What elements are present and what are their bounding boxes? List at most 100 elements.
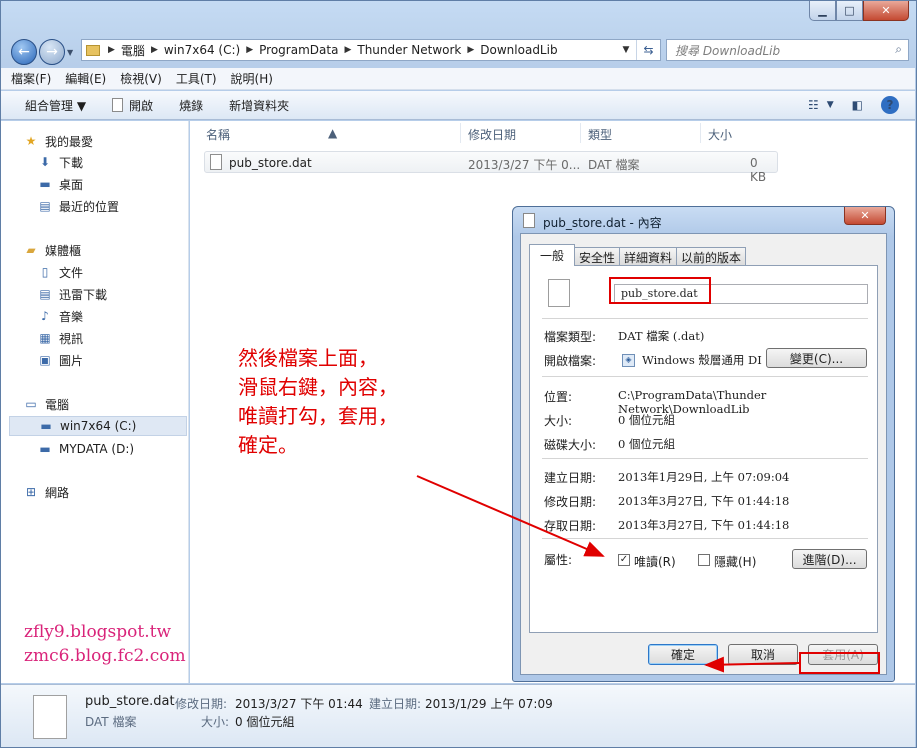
cancel-button[interactable]: 取消 <box>728 644 798 665</box>
minimize-button[interactable]: ▁ <box>809 1 836 21</box>
close-button[interactable]: ✕ <box>863 1 909 21</box>
view-dropdown-icon[interactable]: ▼ <box>827 100 834 110</box>
nav-drive-d[interactable]: ▬ MYDATA (D:) <box>37 439 134 459</box>
column-name[interactable]: 名稱 <box>206 126 230 143</box>
nav-videos-label: 視訊 <box>59 331 84 346</box>
nav-favorites[interactable]: ★ 我的最愛 <box>23 131 93 151</box>
back-button[interactable]: ← <box>11 39 37 65</box>
nav-drive-c[interactable]: ▬ win7x64 (C:) <box>9 416 187 436</box>
menu-tools[interactable]: 工具(T) <box>176 70 217 87</box>
recent-pages-chevron-icon[interactable]: ▼ <box>67 48 73 57</box>
dialog-file-icon <box>523 213 535 228</box>
nav-documents[interactable]: ▯ 文件 <box>37 262 83 282</box>
tab-security[interactable]: 安全性 <box>574 247 621 266</box>
change-button[interactable]: 變更(C)... <box>766 348 867 368</box>
close-icon: ✕ <box>860 209 870 222</box>
view-options-icon[interactable]: ☷ <box>808 98 819 112</box>
menu-bar: 檔案(F) 編輯(E) 檢視(V) 工具(T) 說明(H) <box>1 68 915 90</box>
advanced-button[interactable]: 進階(D)... <box>792 549 867 569</box>
nav-network[interactable]: ⊞ 網路 <box>23 482 69 502</box>
breadcrumb-drive[interactable]: win7x64 (C:) <box>164 43 240 57</box>
tab-general[interactable]: 一般 <box>529 244 576 266</box>
breadcrumb-chevron-icon[interactable]: ▶ <box>108 45 115 55</box>
document-icon <box>112 98 124 112</box>
tab-previous-versions[interactable]: 以前的版本 <box>676 247 747 266</box>
nav-computer[interactable]: ▭ 電腦 <box>23 394 69 414</box>
nav-thunder-downloads[interactable]: ▤ 迅雷下載 <box>37 284 107 304</box>
readonly-label[interactable]: 唯讀(R) <box>634 553 676 570</box>
forward-button[interactable]: → <box>39 39 65 65</box>
breadcrumb-chevron-icon[interactable]: ▶ <box>467 45 474 55</box>
size-value: 0 個位元組 <box>618 413 675 427</box>
menu-view[interactable]: 檢視(V) <box>120 70 162 87</box>
address-bar[interactable]: ▶ 電腦 ▶ win7x64 (C:) ▶ ProgramData ▶ Thun… <box>81 39 661 61</box>
open-button[interactable]: 開啟 <box>112 97 153 114</box>
minimize-icon: ▁ <box>818 4 827 17</box>
nav-desktop-label: 桌面 <box>59 177 84 192</box>
hidden-checkbox[interactable] <box>698 554 710 566</box>
nav-downloads[interactable]: ⬇ 下載 <box>37 152 83 172</box>
menu-edit[interactable]: 編輯(E) <box>65 70 106 87</box>
ok-button[interactable]: 確定 <box>648 644 718 665</box>
folder-icon <box>86 44 100 56</box>
breadcrumb-chevron-icon[interactable]: ▶ <box>246 45 253 55</box>
organize-label: 組合管理 ▼ <box>25 98 87 113</box>
search-icon[interactable]: ⌕ <box>895 42 902 57</box>
menu-help[interactable]: 說明(H) <box>231 70 273 87</box>
size-on-disk-label: 磁碟大小: <box>544 438 597 452</box>
recent-places-icon: ▤ <box>39 199 51 213</box>
organize-button[interactable]: 組合管理 ▼ <box>25 97 86 114</box>
nav-libraries[interactable]: ▰ 媒體櫃 <box>23 240 81 260</box>
column-type[interactable]: 類型 <box>588 126 612 143</box>
table-row[interactable]: pub_store.dat 2013/3/27 下午 0... DAT 檔案 0… <box>204 151 778 184</box>
accessed-value: 2013年3月27日, 下午 01:44:18 <box>618 518 790 532</box>
nav-pictures-label: 圖片 <box>59 353 84 368</box>
navigation-pane: ★ 我的最愛 ⬇ 下載 ▬ 桌面 ▤ 最近的位置 ▰ 媒體櫃 ▯ 文件 ▤ 迅雷下載 ♪ 音樂 … <box>1 121 189 683</box>
nav-music[interactable]: ♪ 音樂 <box>37 306 83 326</box>
hidden-label[interactable]: 隱藏(H) <box>714 553 756 570</box>
refresh-icon[interactable]: ⇆ <box>636 40 660 60</box>
pictures-icon: ▣ <box>39 353 51 367</box>
details-type: DAT 檔案 <box>85 715 137 729</box>
burn-label: 燒錄 <box>179 98 204 113</box>
nav-recent-label: 最近的位置 <box>59 199 120 214</box>
breadcrumb-downloadlib[interactable]: DownloadLib <box>480 43 557 57</box>
details-size-value: 0 個位元組 <box>235 715 295 729</box>
modified-value: 2013年3月27日, 下午 01:44:18 <box>618 494 790 508</box>
libraries-icon: ▰ <box>26 243 36 257</box>
maximize-button[interactable]: □ <box>836 1 863 21</box>
nav-desktop[interactable]: ▬ 桌面 <box>37 174 83 194</box>
help-icon[interactable]: ? <box>881 96 899 114</box>
breadcrumb-programdata[interactable]: ProgramData <box>259 43 338 57</box>
nav-computer-label: 電腦 <box>45 397 70 412</box>
breadcrumb-thunder-network[interactable]: Thunder Network <box>357 43 461 57</box>
desktop-icon: ▬ <box>39 177 51 191</box>
nav-pictures[interactable]: ▣ 圖片 <box>37 350 83 370</box>
preview-pane-icon[interactable]: ◧ <box>852 98 863 112</box>
nav-recent[interactable]: ▤ 最近的位置 <box>37 196 119 216</box>
details-file-name: pub_store.dat <box>85 694 175 709</box>
dialog-close-button[interactable]: ✕ <box>844 207 886 225</box>
nav-videos[interactable]: ▦ 視訊 <box>37 328 83 348</box>
breadcrumb-chevron-icon[interactable]: ▶ <box>151 45 158 55</box>
address-dropdown-icon[interactable]: ▼ <box>618 40 634 60</box>
search-input[interactable]: 搜尋 DownloadLib ⌕ <box>666 39 909 61</box>
column-size[interactable]: 大小 <box>708 126 732 143</box>
thunder-library-icon: ▤ <box>39 287 51 301</box>
burn-button[interactable]: 燒錄 <box>179 97 203 114</box>
shell-app-icon: ◈ <box>622 354 635 367</box>
file-size: 0 KB <box>750 156 767 184</box>
modified-label: 修改日期: <box>544 495 597 509</box>
system-drive-icon: ▬ <box>40 419 52 433</box>
readonly-checkbox[interactable]: ✓ <box>618 554 630 566</box>
menu-file[interactable]: 檔案(F) <box>11 70 51 87</box>
breadcrumb-chevron-icon[interactable]: ▶ <box>344 45 351 55</box>
tab-details[interactable]: 詳細資料 <box>619 247 678 266</box>
column-date-modified[interactable]: 修改日期 <box>468 126 516 143</box>
new-folder-button[interactable]: 新增資料夾 <box>229 97 289 114</box>
details-size-label: 大小: <box>201 715 230 729</box>
size-label: 大小: <box>544 414 573 428</box>
breadcrumb-computer[interactable]: 電腦 <box>121 42 145 59</box>
annotation-note: 然後檔案上面， 滑鼠右鍵，內容， 唯讀打勾，套用， 確定。 <box>234 340 444 492</box>
sort-ascending-icon: ▲ <box>328 126 338 140</box>
